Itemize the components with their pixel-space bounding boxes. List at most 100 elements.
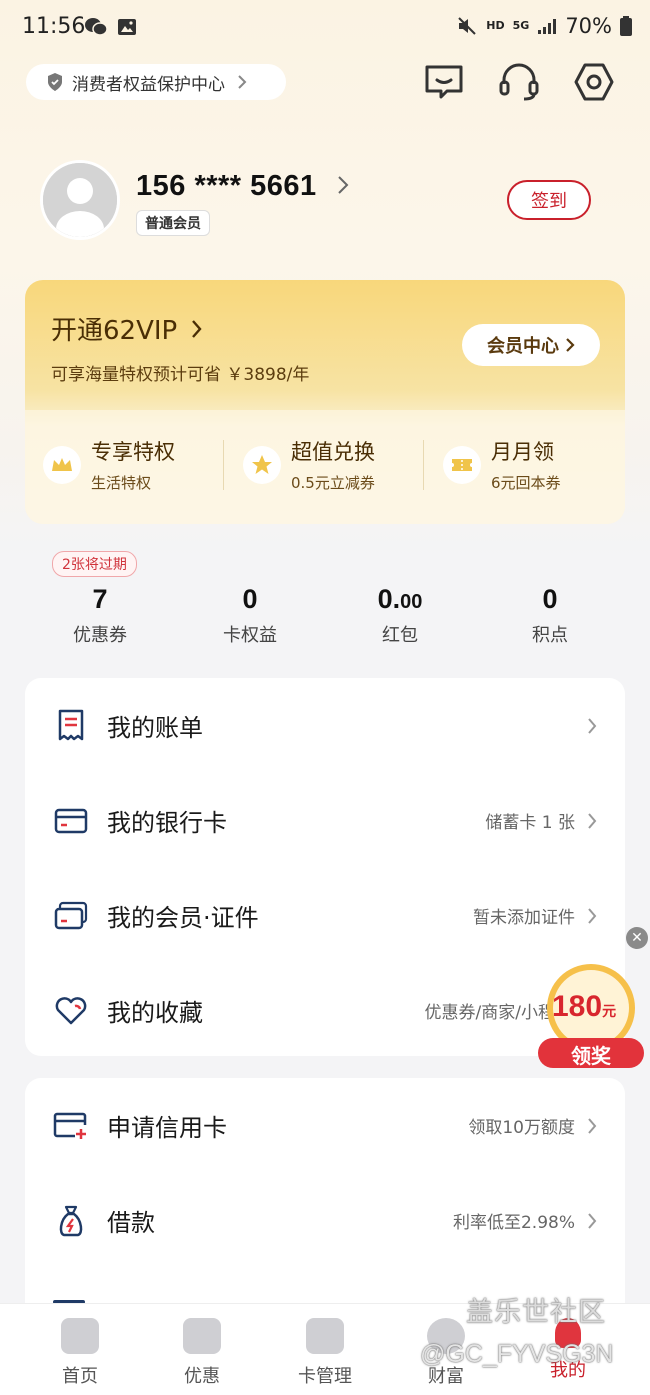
row-meta: 储蓄卡 1 张 (485, 813, 575, 833)
reward-unit: 元 (602, 1003, 617, 1019)
bank-card-icon (53, 803, 89, 839)
perk-exclusive[interactable]: 专享特权 生活特权 (43, 436, 175, 493)
protection-label: 消费者权益保护中心 (72, 74, 225, 95)
stat-card-rights[interactable]: 0 卡权益 (175, 584, 325, 647)
row-label: 我的会员·证件 (107, 904, 259, 932)
stat-red-packet[interactable]: 0.00 红包 (325, 584, 475, 647)
reward-amount-number: 180 (552, 990, 603, 1023)
stat-label: 积点 (532, 625, 568, 646)
perk-subtitle: 0.5元立减券 (291, 474, 375, 492)
avatar[interactable] (40, 160, 120, 240)
perk-subtitle: 生活特权 (91, 474, 152, 492)
perk-title: 专享特权 (91, 440, 175, 464)
heart-icon (53, 993, 89, 1029)
chevron-right-icon (588, 717, 597, 734)
member-center-label: 会员中心 (487, 336, 559, 357)
nav-label: 卡管理 (298, 1366, 352, 1387)
mute-icon (458, 17, 476, 35)
close-float-button[interactable]: ✕ (626, 927, 648, 949)
chevron-right-icon[interactable] (336, 174, 350, 196)
perk-monthly[interactable]: 月月领 6元回本券 (443, 436, 561, 493)
row-meta: 暂未添加证件 (473, 908, 575, 928)
chevron-right-icon (238, 75, 247, 89)
nav-offers[interactable]: 优惠 (152, 1318, 252, 1388)
nav-label: 首页 (62, 1366, 98, 1387)
star-icon (243, 446, 281, 484)
chevron-right-icon (192, 320, 203, 338)
member-center-button[interactable]: 会员中心 (462, 324, 600, 366)
divider (223, 440, 224, 490)
chevron-right-icon (566, 338, 575, 352)
menu-row-credit-card[interactable]: 申请信用卡 领取10万额度 (25, 1078, 625, 1173)
consumer-protection-link[interactable]: 消费者权益保护中心 (26, 64, 286, 100)
chevron-right-icon (588, 1117, 597, 1134)
nav-card-manage[interactable]: 卡管理 (275, 1318, 375, 1388)
reward-amount: 180元 (552, 990, 616, 1024)
customer-service-button[interactable] (497, 60, 541, 104)
vip-title[interactable]: 开通62VIP (51, 310, 203, 347)
settings-button[interactable] (572, 60, 616, 104)
perk-title: 月月领 (491, 440, 554, 464)
stat-coupons[interactable]: 7 优惠券 (25, 584, 175, 647)
perk-title: 超值兑换 (291, 440, 375, 464)
stat-points[interactable]: 0 积点 (475, 584, 625, 647)
crown-icon (43, 446, 81, 484)
membership-cards-icon (53, 898, 89, 934)
status-indicators: HD 5G 70% (456, 14, 632, 38)
gallery-icon (118, 19, 136, 35)
perk-exchange[interactable]: 超值兑换 0.5元立减券 (243, 436, 375, 493)
stat-value: 7 (92, 584, 108, 614)
card-manage-icon (306, 1318, 344, 1354)
my-services-card: 我的账单 我的银行卡 储蓄卡 1 张 我的会员·证件 暂未添加证件 我的收藏 优… (25, 678, 625, 1056)
notification-icons (84, 16, 138, 38)
menu-row-favorites[interactable]: 我的收藏 优惠券/商家/小程 (25, 963, 625, 1058)
row-label: 我的账单 (107, 714, 203, 742)
shield-icon (48, 73, 62, 91)
battery-percent: 70% (565, 14, 612, 38)
stat-value: 0.00 (325, 584, 475, 615)
menu-row-bill[interactable]: 我的账单 (25, 678, 625, 773)
stat-value-int: 0. (377, 584, 401, 614)
chevron-right-icon (588, 1212, 597, 1229)
nav-home[interactable]: 首页 (30, 1318, 130, 1388)
hd-indicator: HD (486, 19, 505, 32)
member-level-badge: 普通会员 (136, 210, 210, 236)
vip-subtitle: 可享海量特权预计可省 ￥3898/年 (51, 365, 310, 385)
chevron-right-icon (588, 812, 597, 829)
message-icon (425, 65, 463, 99)
menu-row-loan[interactable]: 借款 利率低至2.98% (25, 1173, 625, 1268)
stat-value: 0 (542, 584, 558, 614)
offers-icon (183, 1318, 221, 1354)
home-icon (61, 1318, 99, 1354)
headset-icon (499, 63, 539, 101)
wechat-icon (85, 18, 108, 36)
perk-subtitle: 6元回本券 (491, 474, 561, 492)
row-meta: 利率低至2.98% (452, 1213, 575, 1233)
message-button[interactable] (422, 60, 466, 104)
reward-float-widget[interactable]: 180元 领奖 (536, 962, 646, 1070)
menu-row-bank-card[interactable]: 我的银行卡 储蓄卡 1 张 (25, 773, 625, 868)
battery-icon (620, 16, 632, 36)
network-5g-indicator: 5G (512, 19, 530, 32)
watermark-community: 盖乐世社区 (466, 1297, 606, 1328)
watermark-username: @GC_FYVSG3N (420, 1340, 614, 1368)
signin-button[interactable]: 签到 (507, 180, 591, 220)
row-label: 申请信用卡 (107, 1114, 227, 1142)
vip-card[interactable]: 开通62VIP 可享海量特权预计可省 ￥3898/年 会员中心 专享特权 生活特… (25, 280, 625, 524)
stat-label: 卡权益 (223, 625, 277, 646)
signal-icon (538, 19, 557, 34)
stat-label: 红包 (382, 625, 418, 646)
vip-title-text: 开通62VIP (51, 316, 178, 346)
default-avatar-icon (43, 163, 117, 237)
row-label: 借款 (107, 1209, 155, 1237)
stat-label: 优惠券 (73, 625, 127, 646)
ticket-icon (443, 446, 481, 484)
menu-row-membership[interactable]: 我的会员·证件 暂未添加证件 (25, 868, 625, 963)
row-label: 我的收藏 (107, 999, 203, 1027)
row-meta: 领取10万额度 (468, 1118, 575, 1138)
settings-hexagon-icon (574, 63, 614, 101)
stat-value: 0 (242, 584, 258, 614)
bill-icon (53, 708, 89, 744)
status-time: 11:56 (22, 14, 86, 39)
phone-number[interactable]: 156 **** 5661 (136, 170, 317, 203)
